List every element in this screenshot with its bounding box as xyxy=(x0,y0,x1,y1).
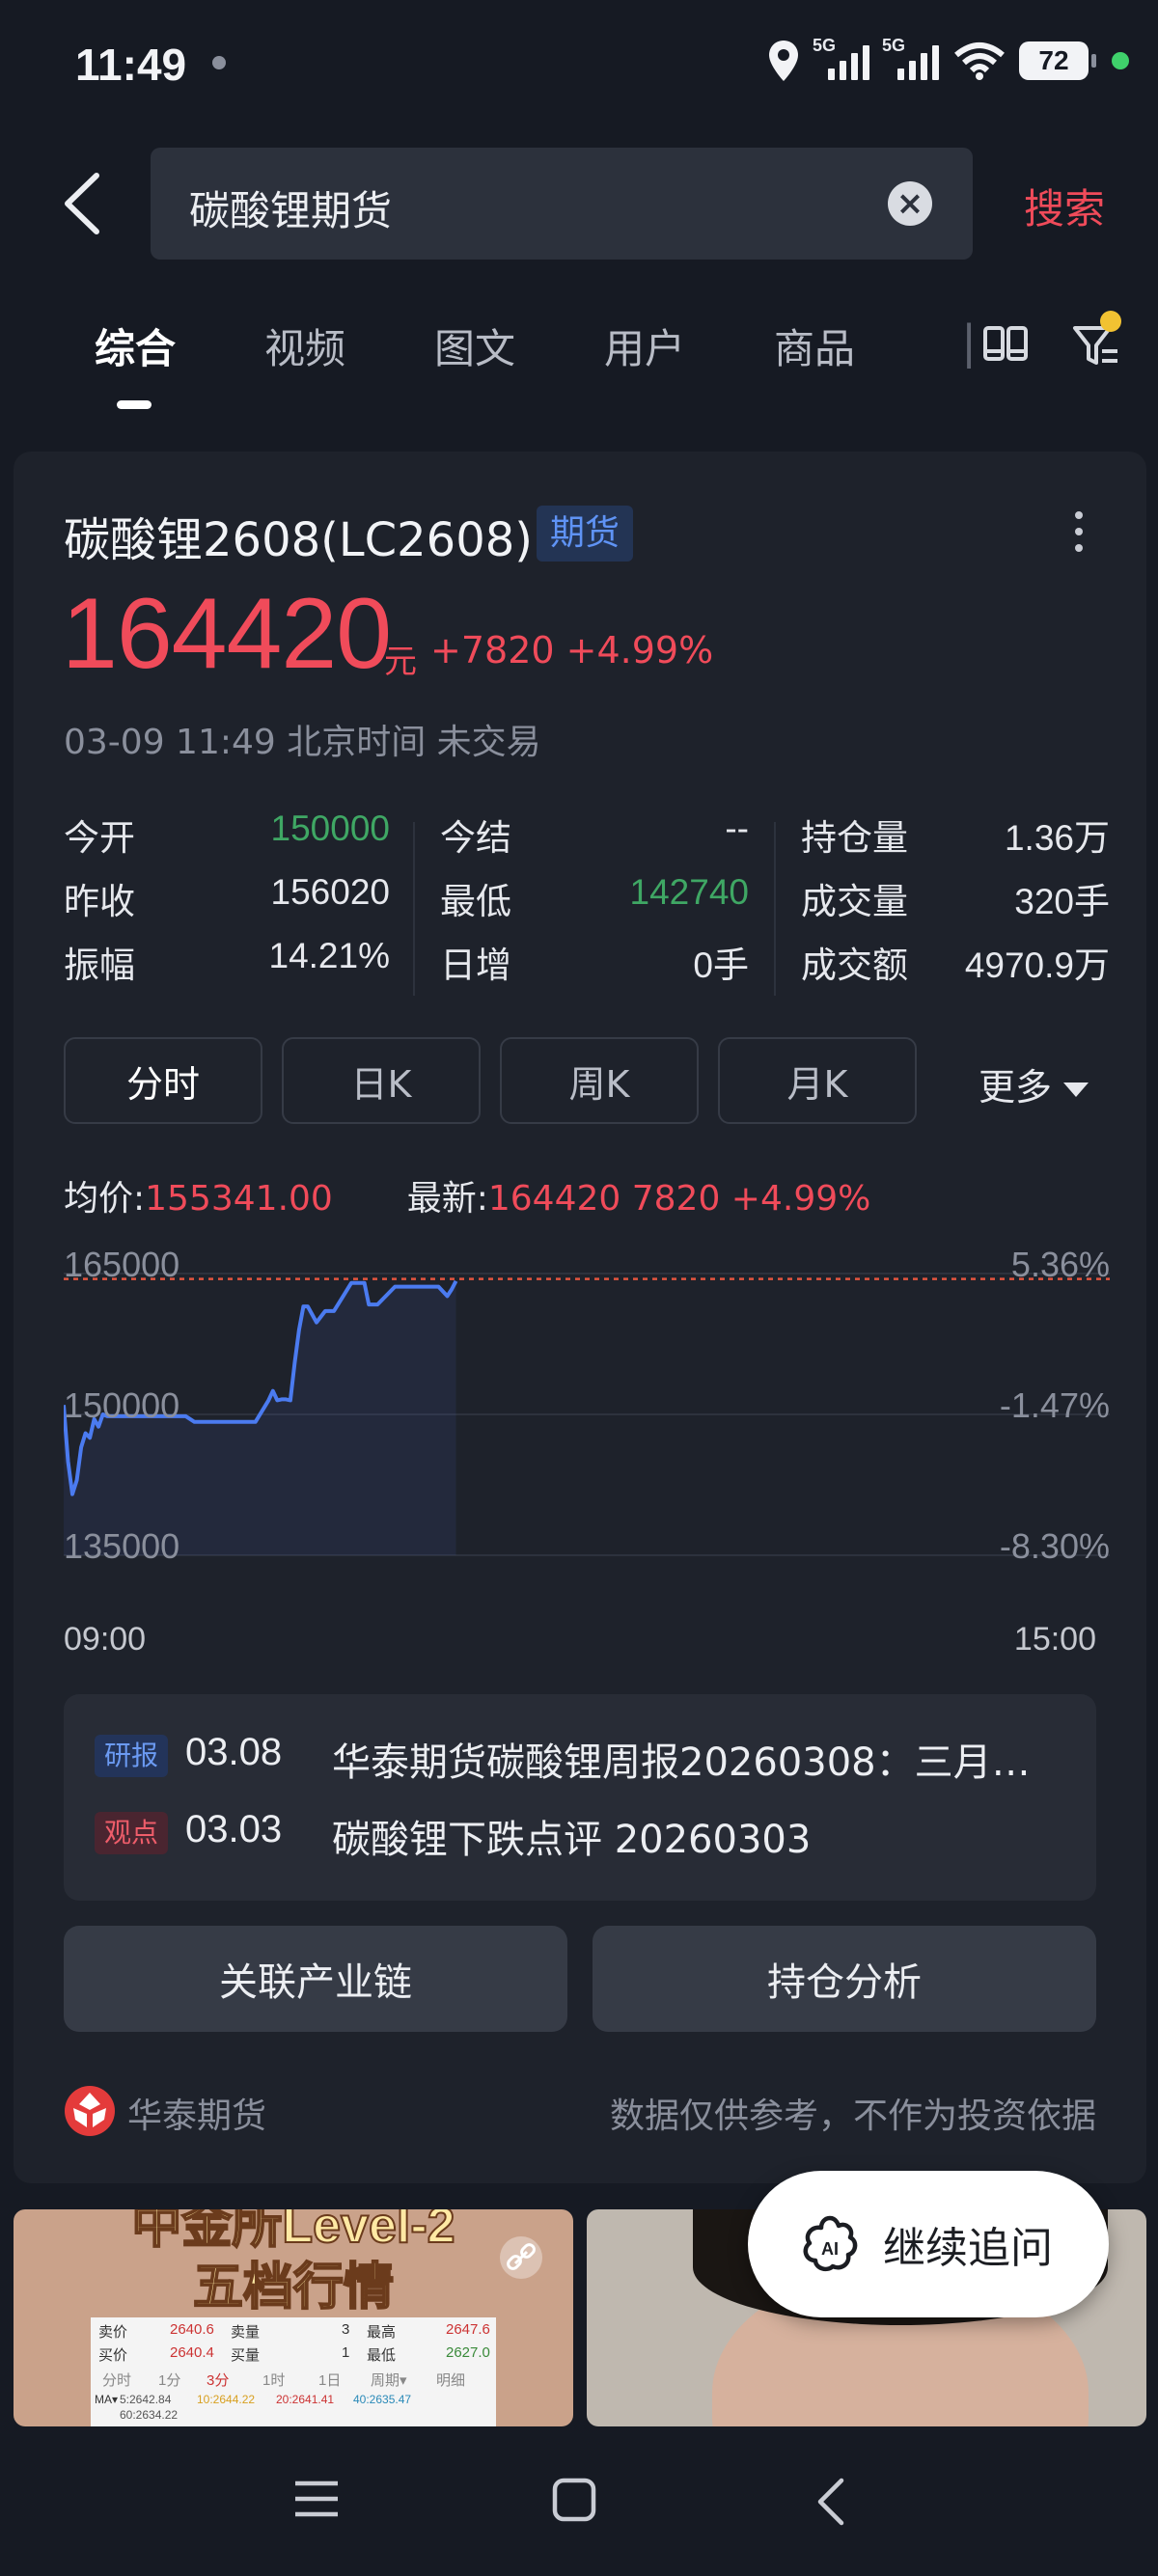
ai-followup-button[interactable]: AI 继续追问 xyxy=(748,2171,1109,2317)
x-tick: 15:00 xyxy=(1013,1621,1096,1658)
status-bar: 11:49 5G 5G 72 xyxy=(0,0,1158,135)
tab-video[interactable]: 视频 xyxy=(264,316,345,375)
tab-all[interactable]: 综合 xyxy=(95,316,176,375)
news-item[interactable]: 观点 03.03 碳酸锂下跌点评 20260303 xyxy=(95,1808,1069,1862)
disclaimer: 数据仅供参考，不作为投资依据 xyxy=(609,2096,1096,2136)
tab-user[interactable]: 用户 xyxy=(604,316,685,375)
clear-icon[interactable]: × xyxy=(888,181,932,226)
link-icon xyxy=(500,2236,542,2279)
quote-time: 03-09 11:49 北京时间 未交易 xyxy=(64,723,541,762)
news-panel: 研报 03.08 华泰期货碳酸锂周报20260308：三月… 观点 03.03 … xyxy=(64,1694,1096,1901)
stat-amplitude: 振幅 14.21% xyxy=(64,936,390,986)
futures-quote-card: 碳酸锂2608(LC2608) 期货 164420 元 +7820 +4.99%… xyxy=(14,452,1146,2183)
home-icon[interactable] xyxy=(552,2478,596,2522)
x-tick: 09:00 xyxy=(64,1621,147,1658)
search-input[interactable]: 碳酸锂期货 × xyxy=(151,148,973,260)
divider xyxy=(413,822,415,996)
stat-low: 最低 142740 xyxy=(440,872,749,922)
intraday-chart[interactable]: 165000 150000 135000 5.36% -1.47% -8.30% xyxy=(64,1245,1110,1650)
stat-volume: 成交量 320手 xyxy=(801,881,1110,922)
tab-indicator xyxy=(117,400,152,409)
stat-prev-close: 昨收 156020 xyxy=(64,872,390,922)
tab-product[interactable]: 商品 xyxy=(774,316,855,375)
stat-settle: 今结 -- xyxy=(440,808,749,859)
tab-daily-k[interactable]: 日K xyxy=(282,1037,481,1124)
system-nav-bar xyxy=(0,2427,1158,2576)
huatai-logo-icon xyxy=(65,2086,115,2136)
ai-icon: AI xyxy=(803,2215,858,2272)
tab-monthly-k[interactable]: 月K xyxy=(718,1037,917,1124)
tab-intraday[interactable]: 分时 xyxy=(64,1037,262,1124)
search-query: 碳酸锂期货 xyxy=(189,187,393,234)
video-thumbnail[interactable]: 中金所Level-2 五档行情 卖价 2640.6 卖量 3 最高 2647.6… xyxy=(14,2209,573,2426)
price-unit: 元 xyxy=(384,643,417,681)
brand-name: 华泰期货 xyxy=(127,2096,267,2136)
back-icon[interactable] xyxy=(58,172,104,235)
stat-turnover: 成交额 4970.9万 xyxy=(801,945,1110,986)
signal-icon-1: 5G xyxy=(813,36,870,80)
opinion-tag: 观点 xyxy=(95,1812,169,1854)
signal-icon-2: 5G xyxy=(882,36,940,80)
tab-weekly-k[interactable]: 周K xyxy=(500,1037,699,1124)
futures-badge: 期货 xyxy=(537,506,634,562)
result-tabs: 综合 视频 图文 用户 商品 ▕ xyxy=(0,311,1158,417)
stat-open: 今开 150000 xyxy=(64,808,390,859)
news-item[interactable]: 研报 03.08 华泰期货碳酸锂周报20260308：三月… xyxy=(95,1731,1069,1785)
stat-daily-increase: 日增 0手 xyxy=(440,945,749,986)
y-tick-right: -8.30% xyxy=(999,1526,1110,1566)
position-analysis-button[interactable]: 持仓分析 xyxy=(593,1926,1096,2032)
last-price: 164420 xyxy=(62,578,392,690)
tab-article[interactable]: 图文 xyxy=(434,316,515,375)
layout-toggle-icon[interactable] xyxy=(982,320,1029,367)
y-tick-left: 165000 xyxy=(64,1245,180,1284)
search-button[interactable]: 搜索 xyxy=(1024,177,1105,235)
y-tick-left: 150000 xyxy=(64,1385,180,1425)
notification-icon xyxy=(212,56,226,69)
more-periods-dropdown[interactable]: 更多 xyxy=(979,1057,1089,1110)
filter-badge-dot xyxy=(1100,311,1121,332)
stat-open-interest: 持仓量 1.36万 xyxy=(801,817,1110,859)
svg-text:AI: AI xyxy=(821,2239,839,2259)
y-tick-left: 135000 xyxy=(64,1526,180,1566)
status-time: 11:49 xyxy=(75,40,187,90)
contract-title[interactable]: 碳酸锂2608(LC2608) xyxy=(64,502,533,569)
tab-overflow: ▕ xyxy=(941,324,971,369)
divider xyxy=(774,822,776,996)
chevron-down-icon xyxy=(1063,1082,1089,1097)
thumb-quote-panel: 卖价 2640.6 卖量 3 最高 2647.6 买价 2640.4 买量 1 … xyxy=(91,2317,496,2426)
nav-back-icon[interactable] xyxy=(816,2478,845,2526)
privacy-dot-icon xyxy=(1112,52,1129,69)
industry-chain-button[interactable]: 关联产业链 xyxy=(64,1926,567,2032)
location-icon xyxy=(769,41,798,81)
intraday-chart-svg xyxy=(64,1273,1110,1556)
wifi-icon xyxy=(954,42,1005,80)
more-options-icon[interactable] xyxy=(1075,511,1085,561)
y-tick-right: 5.36% xyxy=(1010,1245,1110,1284)
battery-icon: 72 xyxy=(1019,41,1096,80)
price-change: +7820 +4.99% xyxy=(430,629,714,671)
thumb-subtitle: 五档行情 xyxy=(192,2259,395,2316)
research-tag: 研报 xyxy=(95,1735,169,1777)
recent-apps-icon[interactable] xyxy=(293,2478,340,2520)
avg-price-line: 均价:155341.00 最新:164420 7820 +4.99% xyxy=(64,1179,871,1219)
y-tick-right: -1.47% xyxy=(999,1385,1110,1425)
